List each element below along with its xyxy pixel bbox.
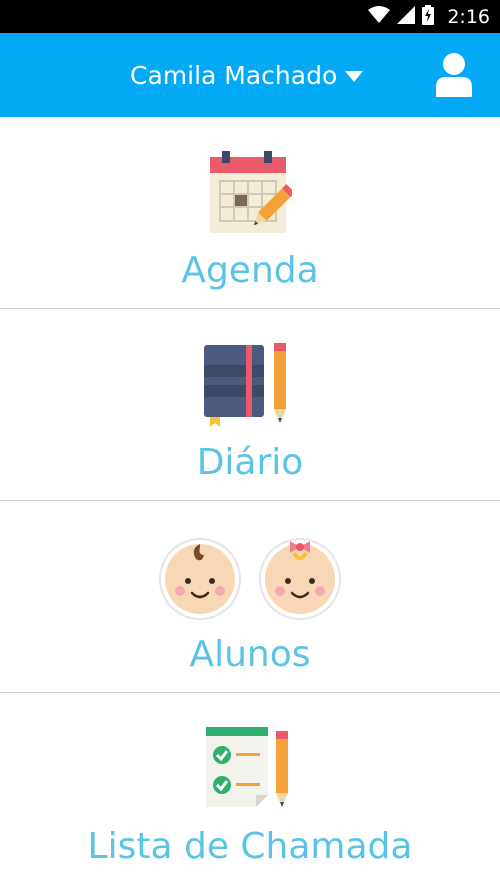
account-name: Camila Machado <box>130 60 338 90</box>
children-icon <box>150 533 350 625</box>
status-icons: 2:16 <box>368 0 490 33</box>
user-profile-button[interactable] <box>436 53 476 99</box>
status-time: 2:16 <box>447 5 490 28</box>
calendar-icon <box>208 149 295 239</box>
menu-label-lista-de-chamada: Lista de Chamada <box>87 826 413 867</box>
app-bar: Camila Machado <box>0 33 500 117</box>
menu-label-alunos: Alunos <box>189 634 311 675</box>
menu-item-diario[interactable]: Diário <box>0 309 500 501</box>
menu-item-agenda[interactable]: Agenda <box>0 117 500 309</box>
notebook-pencil-icon <box>202 341 298 431</box>
checklist-icon <box>204 725 296 815</box>
battery-icon <box>422 4 435 29</box>
user-profile-icon <box>436 53 472 101</box>
menu-item-alunos[interactable]: Alunos <box>0 501 500 693</box>
main-menu: Agenda Diário Alunos Lista de Chamada <box>0 117 500 873</box>
menu-label-agenda: Agenda <box>181 250 319 291</box>
chevron-down-icon <box>345 67 364 86</box>
signal-icon <box>397 5 416 28</box>
account-selector[interactable]: Camila Machado <box>130 33 364 117</box>
status-bar: 2:16 <box>0 0 500 33</box>
menu-item-lista-de-chamada[interactable]: Lista de Chamada <box>0 693 500 873</box>
menu-label-diario: Diário <box>196 442 304 483</box>
wifi-icon <box>368 5 391 28</box>
